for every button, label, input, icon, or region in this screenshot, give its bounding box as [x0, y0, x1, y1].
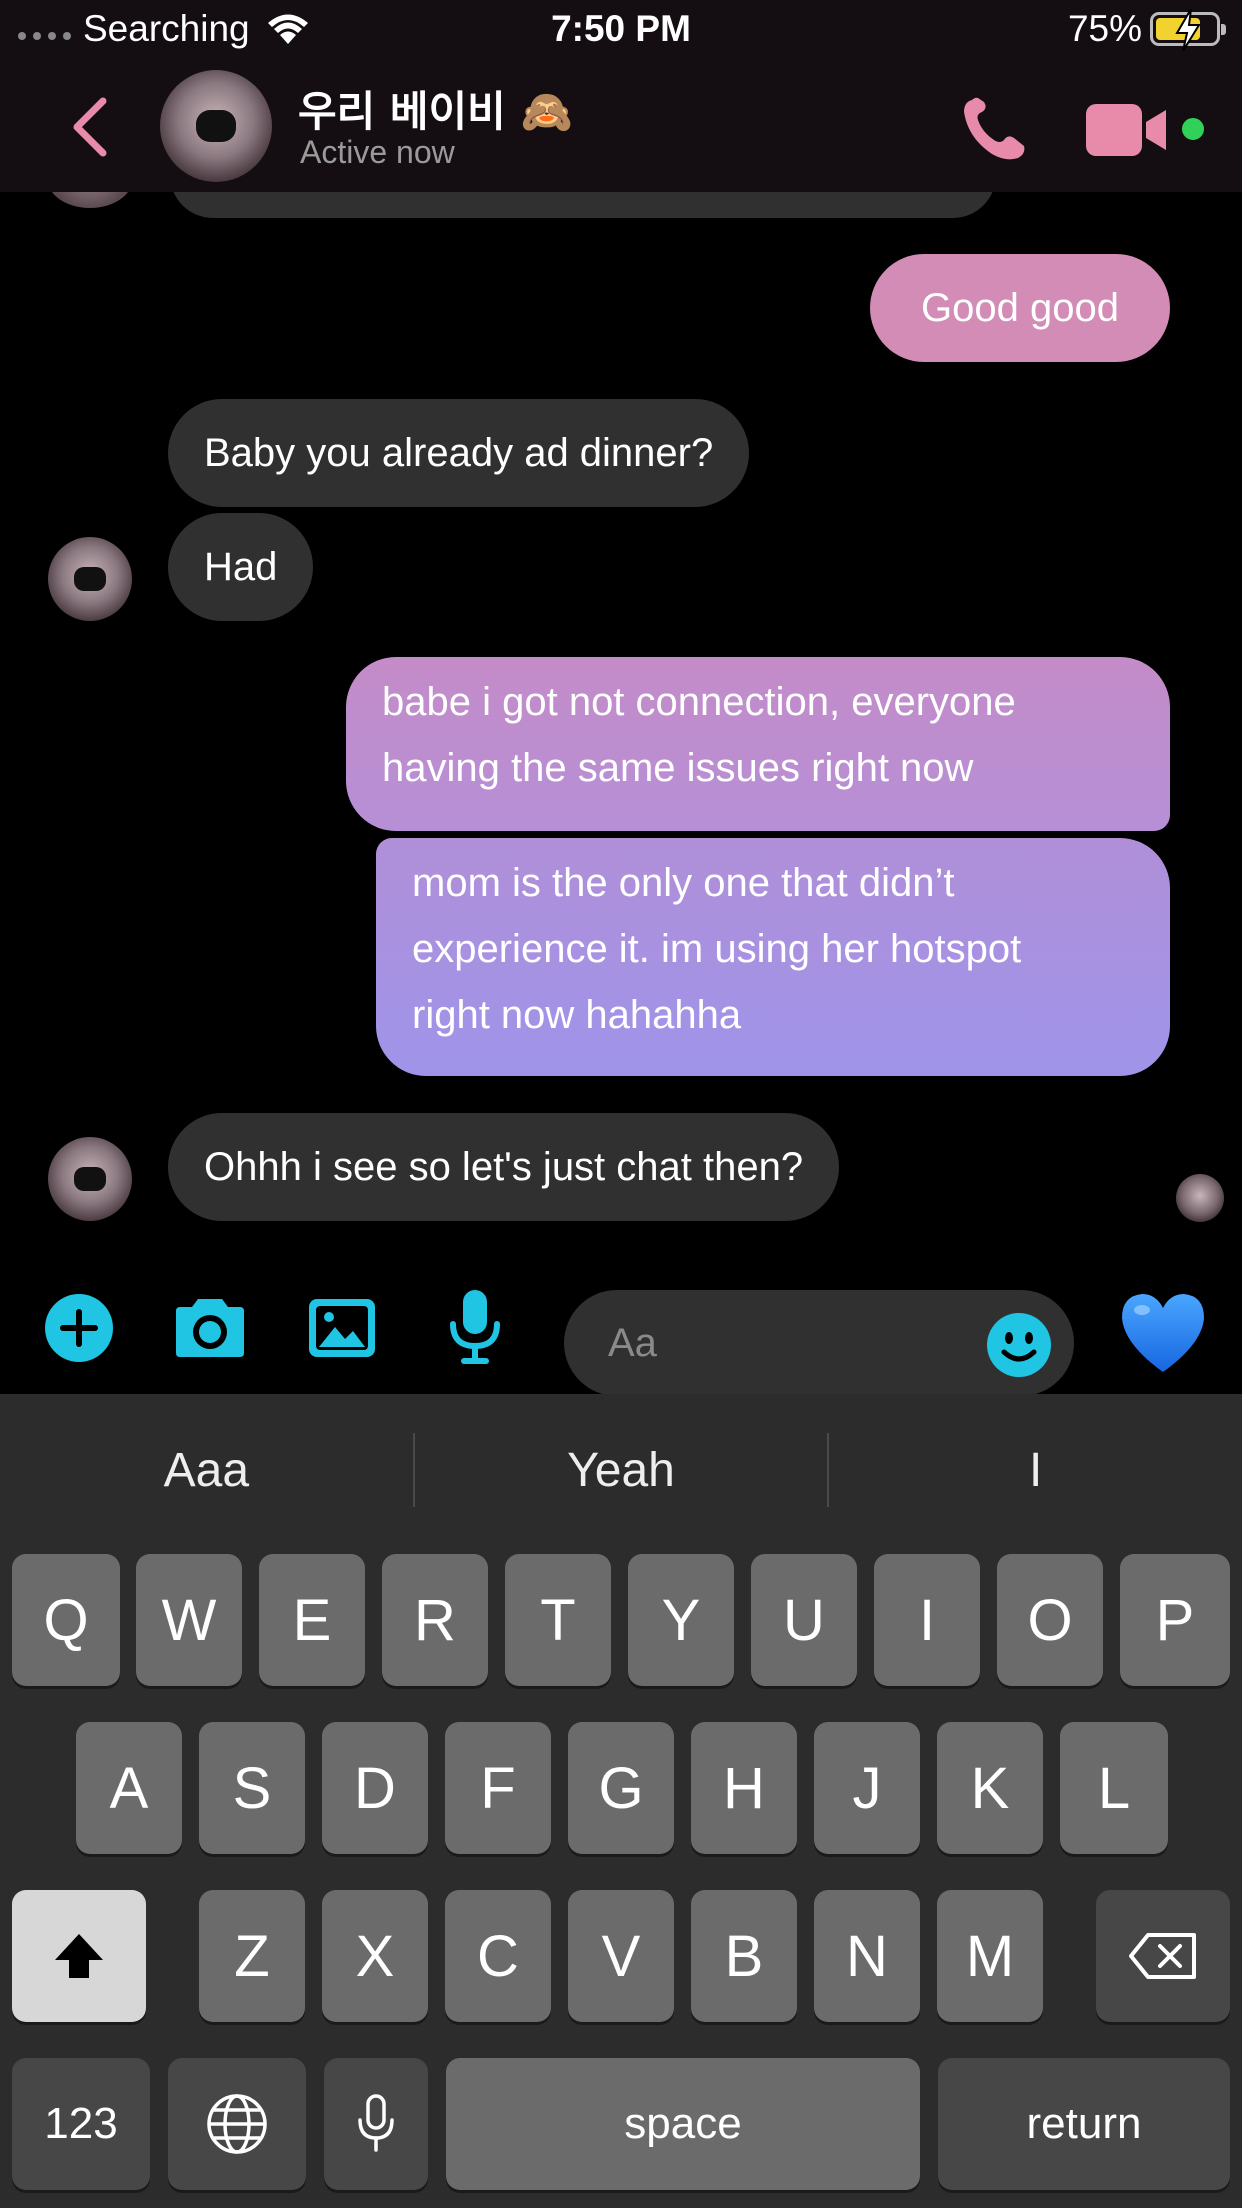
sender-avatar[interactable] [48, 537, 132, 621]
message-line: experience it. im using her hotspot [412, 927, 1022, 971]
globe-icon [207, 2094, 267, 2154]
keyboard: Aaa Yeah I Q W E R T Y U I O P A S D F G… [0, 1394, 1242, 2208]
key-t[interactable]: T [505, 1554, 611, 1686]
return-key[interactable]: return [938, 2058, 1230, 2190]
outgoing-message[interactable]: babe i got not connection, everyone havi… [346, 657, 1170, 831]
key-k[interactable]: K [937, 1722, 1043, 1854]
read-receipt-avatar [1176, 1174, 1224, 1222]
outgoing-message[interactable]: mom is the only one that didn’t experien… [376, 838, 1170, 1076]
key-f[interactable]: F [445, 1722, 551, 1854]
space-key[interactable]: space [446, 2058, 920, 2190]
dictation-key[interactable] [324, 2058, 428, 2190]
outgoing-message[interactable]: Good good [870, 254, 1170, 362]
message-bubble-partial[interactable] [170, 192, 996, 218]
message-line: mom is the only one that didn’t [412, 861, 955, 905]
phone-icon [964, 97, 1025, 160]
message-input[interactable] [608, 1290, 988, 1396]
key-q[interactable]: Q [12, 1554, 120, 1686]
key-y[interactable]: Y [628, 1554, 734, 1686]
video-camera-icon [1086, 104, 1166, 156]
predictive-bar: Aaa Yeah I [0, 1394, 1242, 1546]
message-composer [0, 1262, 1242, 1396]
sender-avatar[interactable] [48, 1137, 132, 1221]
shift-arrow-icon [55, 1934, 103, 1978]
message-text: Ohhh i see so let's just chat then? [204, 1145, 804, 1189]
backspace-key[interactable] [1096, 1890, 1230, 2022]
prediction-suggestion[interactable]: Yeah [415, 1430, 828, 1510]
key-j[interactable]: J [814, 1722, 920, 1854]
status-right: 75% [1067, 8, 1226, 51]
charging-bolt-icon [1175, 9, 1201, 51]
active-status-dot [1178, 114, 1208, 144]
blue-heart-icon [1122, 1294, 1204, 1372]
key-b[interactable]: B [691, 1890, 797, 2022]
key-z[interactable]: Z [199, 1890, 305, 2022]
key-a[interactable]: A [76, 1722, 182, 1854]
incoming-message[interactable]: Ohhh i see so let's just chat then? [168, 1113, 840, 1221]
back-button[interactable] [64, 92, 114, 162]
message-line: right now hahahha [412, 993, 742, 1037]
message-text: Good good [921, 286, 1119, 330]
key-d[interactable]: D [322, 1722, 428, 1854]
message-list[interactable]: Good good Baby you already ad dinner? Ha… [0, 192, 1242, 1262]
message-text: Had [204, 545, 278, 589]
message-line: babe i got not connection, everyone [382, 680, 1016, 724]
message-line: having the same issues right now [382, 746, 974, 790]
key-m[interactable]: M [937, 1890, 1043, 2022]
microphone-icon [358, 2094, 394, 2152]
gallery-button[interactable] [304, 1286, 380, 1370]
chevron-left-icon [73, 97, 107, 157]
status-bar: Searching 7:50 PM 75% [0, 0, 1242, 62]
voice-call-button[interactable] [958, 94, 1034, 164]
voice-message-button[interactable] [440, 1286, 510, 1370]
battery-percent: 75% [1067, 8, 1142, 49]
key-l[interactable]: L [1060, 1722, 1168, 1854]
prediction-suggestion[interactable]: I [829, 1430, 1242, 1510]
incoming-message[interactable]: Baby you already ad dinner? [168, 399, 750, 507]
key-p[interactable]: P [1120, 1554, 1230, 1686]
status-time: 7:50 PM [551, 8, 691, 49]
key-u[interactable]: U [751, 1554, 857, 1686]
plus-circle-icon [45, 1294, 113, 1362]
key-v[interactable]: V [568, 1890, 674, 2022]
key-x[interactable]: X [322, 1890, 428, 2022]
battery-icon [1150, 9, 1226, 51]
globe-key[interactable] [168, 2058, 306, 2190]
like-heart-button[interactable] [1118, 1288, 1208, 1378]
incoming-message[interactable]: Had [168, 513, 314, 621]
key-n[interactable]: N [814, 1890, 920, 2022]
camera-button[interactable] [170, 1286, 250, 1370]
key-r[interactable]: R [382, 1554, 488, 1686]
shift-key[interactable] [12, 1890, 146, 2022]
video-call-button[interactable] [1086, 102, 1168, 158]
message-text: Baby you already ad dinner? [204, 431, 714, 475]
key-i[interactable]: I [874, 1554, 980, 1686]
key-w[interactable]: W [136, 1554, 242, 1686]
contact-avatar[interactable] [160, 70, 272, 182]
contact-status: Active now [300, 134, 455, 170]
camera-icon [176, 1299, 244, 1357]
image-icon [309, 1299, 375, 1357]
key-e[interactable]: E [259, 1554, 365, 1686]
chat-header: 우리 베이비 🙈 Active now [0, 62, 1242, 192]
key-o[interactable]: O [997, 1554, 1103, 1686]
key-s[interactable]: S [199, 1722, 305, 1854]
microphone-icon [450, 1290, 500, 1364]
numbers-key[interactable]: 123 [12, 2058, 150, 2190]
add-button[interactable] [42, 1286, 116, 1370]
emoji-button[interactable] [986, 1312, 1052, 1378]
key-c[interactable]: C [445, 1890, 551, 2022]
prediction-suggestion[interactable]: Aaa [0, 1430, 413, 1510]
key-h[interactable]: H [691, 1722, 797, 1854]
smiley-icon [987, 1313, 1051, 1377]
contact-name[interactable]: 우리 베이비 🙈 [298, 78, 573, 139]
backspace-icon [1129, 1933, 1196, 1979]
key-g[interactable]: G [568, 1722, 674, 1854]
message-input-container[interactable] [564, 1290, 1074, 1396]
sender-avatar [48, 192, 132, 208]
